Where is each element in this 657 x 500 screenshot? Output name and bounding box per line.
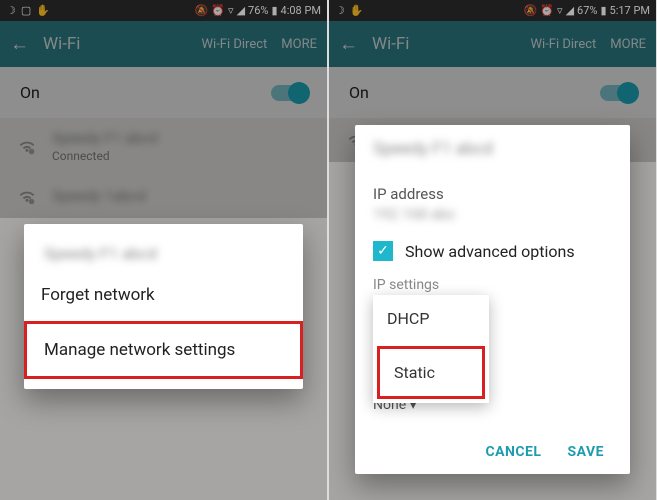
static-option[interactable]: Static — [377, 346, 485, 399]
cancel-button[interactable]: CANCEL — [485, 444, 541, 460]
network-context-dialog: Speedy F1 abcd Forget network Manage net… — [24, 224, 303, 389]
manage-network-dialog: Speedy F1 abcd IP address 192 168 abc ✓ … — [355, 125, 630, 474]
show-advanced-row[interactable]: ✓ Show advanced options — [373, 241, 612, 261]
dhcp-option[interactable]: DHCP — [373, 295, 489, 342]
screenshot-right: ☽ ✋ 🔕 ⏰ ▿ ◢ 67% ▮ 5:17 PM ← Wi-Fi Wi-Fi … — [329, 0, 656, 500]
save-button[interactable]: SAVE — [568, 444, 605, 460]
manage-network-settings-item[interactable]: Manage network settings — [24, 321, 303, 379]
dialog-title: Speedy F1 abcd — [373, 139, 612, 159]
forget-network-item[interactable]: Forget network — [24, 269, 303, 321]
checkbox-checked-icon[interactable]: ✓ — [373, 241, 393, 261]
ip-settings-label: IP settings — [373, 277, 612, 293]
ip-address-value: 192 168 abc — [373, 205, 612, 223]
dialog-title: Speedy F1 abcd — [24, 230, 303, 269]
ip-settings-dropdown: DHCP Static — [373, 295, 489, 403]
dialog-actions: CANCEL SAVE — [373, 432, 612, 466]
screenshot-left: ☽ ▢ ✋ 🔕 ⏰ ▿ ◢ 76% ▮ 4:08 PM ← Wi-Fi Wi-F… — [0, 0, 327, 500]
ip-address-label: IP address — [373, 185, 612, 203]
show-advanced-label: Show advanced options — [405, 242, 575, 261]
